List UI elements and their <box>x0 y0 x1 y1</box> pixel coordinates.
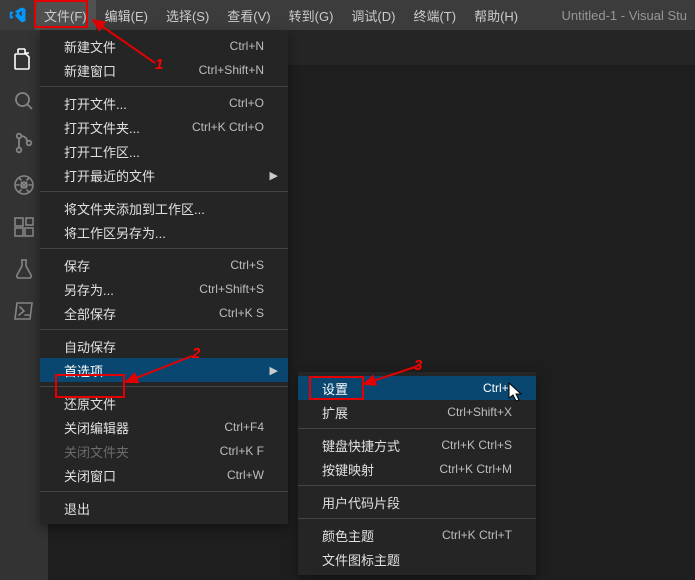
menu-exit[interactable]: 退出 <box>40 496 288 520</box>
menu-separator <box>40 248 288 249</box>
menu-open-folder[interactable]: 打开文件夹...Ctrl+K Ctrl+O <box>40 115 288 139</box>
menu-open-recent[interactable]: 打开最近的文件▶ <box>40 163 288 187</box>
menubar-help[interactable]: 帮助(H) <box>465 0 527 30</box>
menubar: 文件(F) 编辑(E) 选择(S) 查看(V) 转到(G) 调试(D) 终端(T… <box>35 0 527 30</box>
menu-separator <box>40 329 288 330</box>
vscode-logo-icon <box>0 6 35 24</box>
menu-save-workspace-as[interactable]: 将工作区另存为... <box>40 220 288 244</box>
menu-save-all[interactable]: 全部保存Ctrl+K S <box>40 301 288 325</box>
menubar-debug[interactable]: 调试(D) <box>342 0 404 30</box>
menu-auto-save[interactable]: 自动保存 <box>40 334 288 358</box>
menu-revert-file[interactable]: 还原文件 <box>40 391 288 415</box>
menu-icon-theme[interactable]: 文件图标主题 <box>298 547 536 571</box>
titlebar: 文件(F) 编辑(E) 选择(S) 查看(V) 转到(G) 调试(D) 终端(T… <box>0 0 695 30</box>
menubar-edit[interactable]: 编辑(E) <box>96 0 157 30</box>
menu-open-file[interactable]: 打开文件...Ctrl+O <box>40 91 288 115</box>
chevron-right-icon: ▶ <box>270 169 278 182</box>
menubar-go[interactable]: 转到(G) <box>280 0 343 30</box>
menu-separator <box>40 191 288 192</box>
chevron-right-icon: ▶ <box>270 364 278 377</box>
menu-close-editor[interactable]: 关闭编辑器Ctrl+F4 <box>40 415 288 439</box>
menu-settings[interactable]: 设置Ctrl+, <box>298 376 536 400</box>
menu-separator <box>40 491 288 492</box>
menubar-terminal[interactable]: 终端(T) <box>404 0 465 30</box>
preferences-submenu: 设置Ctrl+, 扩展Ctrl+Shift+X 键盘快捷方式Ctrl+K Ctr… <box>298 372 536 575</box>
file-menu: 新建文件Ctrl+N 新建窗口Ctrl+Shift+N 打开文件...Ctrl+… <box>40 30 288 524</box>
menu-save[interactable]: 保存Ctrl+S <box>40 253 288 277</box>
menu-color-theme[interactable]: 颜色主题Ctrl+K Ctrl+T <box>298 523 536 547</box>
menu-separator <box>40 386 288 387</box>
menu-separator <box>298 485 536 486</box>
menu-keymap[interactable]: 按键映射Ctrl+K Ctrl+M <box>298 457 536 481</box>
menu-close-folder: 关闭文件夹Ctrl+K F <box>40 439 288 463</box>
menu-new-window[interactable]: 新建窗口Ctrl+Shift+N <box>40 58 288 82</box>
menu-separator <box>40 86 288 87</box>
menu-save-as[interactable]: 另存为...Ctrl+Shift+S <box>40 277 288 301</box>
menu-close-window[interactable]: 关闭窗口Ctrl+W <box>40 463 288 487</box>
menu-separator <box>298 518 536 519</box>
menu-user-snippets[interactable]: 用户代码片段 <box>298 490 536 514</box>
menubar-selection[interactable]: 选择(S) <box>157 0 218 30</box>
menu-new-file[interactable]: 新建文件Ctrl+N <box>40 34 288 58</box>
menubar-file[interactable]: 文件(F) <box>35 0 96 30</box>
menu-separator <box>298 428 536 429</box>
menu-add-folder-workspace[interactable]: 将文件夹添加到工作区... <box>40 196 288 220</box>
menubar-view[interactable]: 查看(V) <box>218 0 279 30</box>
menu-open-workspace[interactable]: 打开工作区... <box>40 139 288 163</box>
menu-preferences[interactable]: 首选项▶ <box>40 358 288 382</box>
menu-extensions[interactable]: 扩展Ctrl+Shift+X <box>298 400 536 424</box>
menu-keyboard-shortcuts[interactable]: 键盘快捷方式Ctrl+K Ctrl+S <box>298 433 536 457</box>
